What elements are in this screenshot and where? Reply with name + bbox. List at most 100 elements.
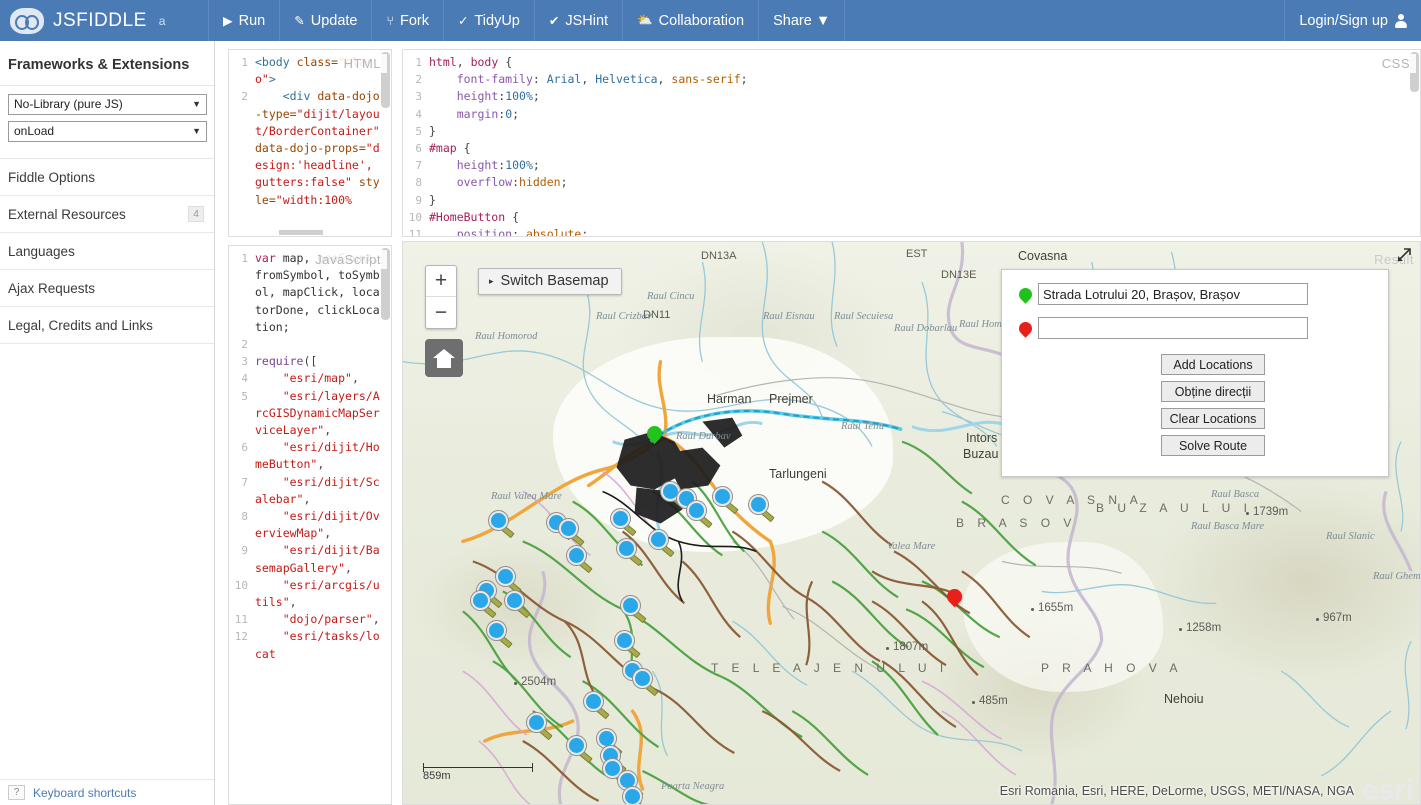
nav-item-jshint[interactable]: ✔ JSHint <box>535 0 624 41</box>
sidebar-item-ajax-requests[interactable]: Ajax Requests <box>0 270 214 307</box>
code-line-number: 3 <box>241 355 248 369</box>
sidebar-item-fiddle-options[interactable]: Fiddle Options <box>0 159 214 196</box>
map-marker-end[interactable] <box>943 585 966 613</box>
nav-item-tidyup[interactable]: ✓ TidyUp <box>444 0 535 41</box>
pencil-icon: ✎ <box>294 14 305 28</box>
code-line-text: "esri/tasks/locat <box>255 629 380 661</box>
map-search-marker-icon[interactable] <box>687 501 713 529</box>
map-search-marker-icon[interactable] <box>527 713 553 741</box>
nav-spacer <box>845 0 1286 41</box>
route-dialog[interactable]: Add Locations Obține direcții Clear Locati… <box>1001 269 1389 477</box>
nav-item-share[interactable]: Share ▼ <box>759 0 846 41</box>
add-locations-button[interactable]: Add Locations <box>1161 354 1265 375</box>
scalebar-label: 859m <box>423 770 451 782</box>
map-search-marker-icon[interactable] <box>489 511 515 539</box>
js-editor-panel[interactable]: JavaScript 1var map, geoCount, fromSymbo… <box>228 245 392 805</box>
code-line-text: require([ <box>255 354 318 369</box>
map-search-marker-icon[interactable] <box>649 530 675 558</box>
map-search-marker-icon[interactable] <box>567 736 593 764</box>
get-directions-button[interactable]: Obține direcții <box>1161 381 1265 402</box>
route-from-input[interactable] <box>1038 283 1308 305</box>
code-line-number: 5 <box>241 389 248 403</box>
map-search-marker-icon[interactable] <box>471 591 497 619</box>
code-line: 9 "esri/dijit/BasemapGallery", <box>229 542 391 576</box>
login-signup-button[interactable]: Login/Sign up <box>1285 0 1421 41</box>
map-search-marker-icon[interactable] <box>617 539 643 567</box>
result-map-panel[interactable]: Covasna DN13E DN13A EST DN11 Harman Prejmer Tar… <box>402 241 1421 805</box>
css-code-area[interactable]: 1 html, body {2 font-family: Arial, Helve… <box>403 50 1420 236</box>
code-line-text: "esri/dijit/Scalebar", <box>255 474 380 506</box>
map-search-marker-icon[interactable] <box>611 509 637 537</box>
map-zoom-control[interactable]: + − <box>425 265 457 329</box>
map-search-marker-icon[interactable] <box>584 692 610 720</box>
map-search-marker-icon[interactable] <box>505 591 531 619</box>
html-code-area[interactable]: 1<body class="claro">2 <div data-dojo-ty… <box>229 50 391 236</box>
scalebar-bar <box>423 763 533 772</box>
map-search-marker-icon[interactable] <box>621 596 647 624</box>
code-line-number: 4 <box>241 372 248 386</box>
switch-basemap-button[interactable]: ▸ Switch Basemap <box>478 268 622 295</box>
map-marker-start[interactable] <box>643 422 666 450</box>
people-icon: ⛅ <box>637 13 653 27</box>
map-search-marker-icon[interactable] <box>713 487 739 515</box>
magnifier-lens-icon <box>505 591 524 610</box>
code-line: 10 #HomeButton { <box>403 209 1420 226</box>
code-line: 7 "esri/dijit/Scalebar", <box>229 474 391 508</box>
nav-item-run[interactable]: ▶ Run <box>208 0 281 41</box>
map-search-marker-icon[interactable] <box>623 787 649 804</box>
nav-item-collaboration[interactable]: ⛅ Collaboration <box>623 0 760 41</box>
magnifier-lens-icon <box>615 631 634 650</box>
magnifier-lens-icon <box>567 736 586 755</box>
map-search-marker-icon[interactable] <box>559 519 585 547</box>
main-nav: ▶ Run ✎ Update ⑂ Fork ✓ TidyUp ✔ JSHint ⛅ Collabora… <box>208 0 1286 41</box>
map-search-marker-icon[interactable] <box>749 495 775 523</box>
js-code-area[interactable]: 1var map, geoCount, fromSymbol, toSymbol… <box>229 246 391 804</box>
code-line-number: 1 <box>241 252 248 265</box>
code-line-text: #HomeButton { <box>429 209 520 224</box>
magnifier-lens-icon <box>623 787 642 804</box>
map-search-marker-icon[interactable] <box>567 546 593 574</box>
sidebar-item-label: External Resources <box>8 206 126 222</box>
brand-logo-area[interactable]: JSFIDDLE a <box>0 0 208 41</box>
code-line-text: height:100%; <box>456 89 540 104</box>
code-line-number: 10 <box>408 210 422 224</box>
home-button[interactable] <box>425 339 463 377</box>
map-attribution: Esri Romania, Esri, HERE, DeLorme, USGS,… <box>999 784 1354 798</box>
css-editor-panel[interactable]: CSS 1 html, body {2 font-family: Arial, H… <box>402 49 1421 237</box>
code-line: 7 height:100%; <box>403 157 1420 174</box>
magnifier-lens-icon <box>527 713 546 732</box>
map-search-marker-icon[interactable] <box>487 621 513 649</box>
solve-route-button[interactable]: Solve Route <box>1161 435 1265 456</box>
code-line: 9} <box>403 192 1420 209</box>
sidebar-item-label: Ajax Requests <box>8 280 96 296</box>
nav-item-fork[interactable]: ⑂ Fork <box>372 0 444 41</box>
route-to-input[interactable] <box>1038 317 1308 339</box>
magnifier-lens-icon <box>471 591 490 610</box>
library-select[interactable]: No-Library (pure JS) ▼ <box>8 94 207 115</box>
nav-item-update[interactable]: ✎ Update <box>280 0 373 41</box>
sidebar-item-label: Fiddle Options <box>8 169 96 185</box>
map-search-marker-icon[interactable] <box>615 631 641 659</box>
zoom-out-button[interactable]: − <box>426 297 456 328</box>
code-line-number: 10 <box>234 578 248 592</box>
magnifier-lens-icon <box>633 669 652 688</box>
keyboard-shortcuts-row[interactable]: ? Keyboard shortcuts <box>0 779 214 805</box>
html-panel-hscrollbar[interactable] <box>279 230 323 235</box>
sidebar-item-legal-credits-and-links[interactable]: Legal, Credits and Links <box>0 307 214 344</box>
code-line-number: 4 <box>415 107 422 121</box>
keyboard-shortcuts-link[interactable]: Keyboard shortcuts <box>33 786 136 800</box>
sidebar-item-languages[interactable]: Languages <box>0 233 214 270</box>
load-type-select[interactable]: onLoad ▼ <box>8 121 207 142</box>
chevron-down-icon: ▼ <box>192 99 201 109</box>
css-panel-label: CSS <box>1375 54 1416 73</box>
expand-icon[interactable] <box>1396 247 1412 263</box>
html-editor-panel[interactable]: HTML 1<body class="claro">2 <div data-do… <box>228 49 392 237</box>
magnifier-lens-icon <box>749 495 768 514</box>
clear-locations-button[interactable]: Clear Locations <box>1161 408 1265 429</box>
zoom-in-button[interactable]: + <box>426 266 456 297</box>
map-search-marker-icon[interactable] <box>633 669 659 697</box>
magnifier-lens-icon <box>687 501 706 520</box>
sidebar-item-external-resources[interactable]: External Resources 4 <box>0 196 214 233</box>
nav-item-label: Run <box>238 12 266 29</box>
code-line: 5} <box>403 123 1420 140</box>
